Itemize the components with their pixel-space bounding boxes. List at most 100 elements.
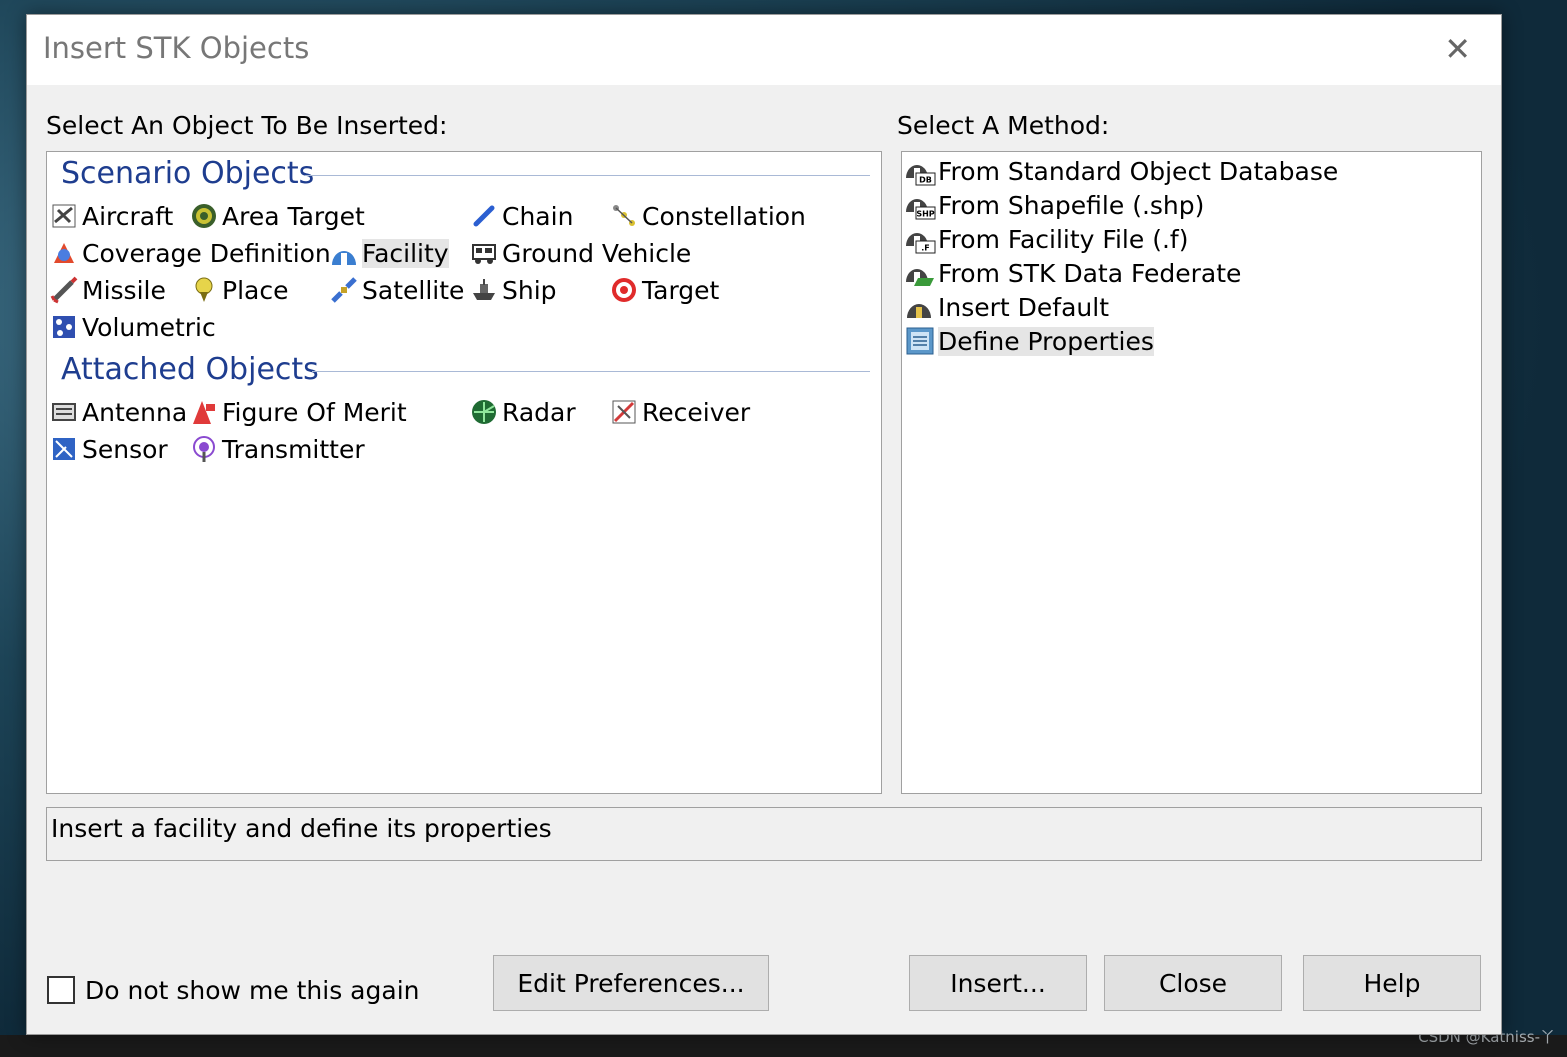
object-item-label: Satellite: [362, 275, 465, 305]
insert-stk-objects-dialog: Insert STK Objects ✕ Select An Object To…: [26, 14, 1502, 1035]
method-item[interactable]: .F From Facility File (.f): [904, 222, 1338, 256]
do-not-show-label[interactable]: Do not show me this again: [85, 976, 420, 1005]
svg-text:.F: .F: [921, 244, 930, 253]
method-item-label: From Facility File (.f): [938, 224, 1189, 254]
object-item-figure-of-merit[interactable]: Figure Of Merit: [189, 396, 407, 428]
description-box: Insert a facility and define its propert…: [46, 807, 1482, 861]
object-item-label: Receiver: [642, 397, 751, 427]
object-item-label: Missile: [82, 275, 166, 305]
object-item-ship[interactable]: Ship: [469, 274, 557, 306]
facility-file-icon: .F: [904, 224, 936, 254]
ship-icon: [469, 275, 499, 305]
method-item[interactable]: Define Properties: [904, 324, 1338, 358]
method-item[interactable]: DB From Standard Object Database: [904, 154, 1338, 188]
scenario-objects-header: Scenario Objects: [61, 156, 315, 191]
method-item[interactable]: From STK Data Federate: [904, 256, 1338, 290]
svg-text:SHP: SHP: [916, 210, 934, 219]
object-item-coverage-definition[interactable]: Coverage Definition: [49, 237, 331, 269]
satellite-icon: [329, 275, 359, 305]
object-item-label: Place: [222, 275, 289, 305]
scenario-objects-divider: [305, 175, 870, 176]
object-item-facility[interactable]: Facility: [329, 237, 449, 269]
define-properties-icon: [904, 326, 936, 356]
object-item-area-target[interactable]: Area Target: [189, 200, 365, 232]
area-target-icon: [189, 201, 219, 231]
object-section-label: Select An Object To Be Inserted:: [46, 111, 448, 140]
object-item-target[interactable]: Target: [609, 274, 719, 306]
missile-icon: [49, 275, 79, 305]
aircraft-icon: [49, 201, 79, 231]
object-item-receiver[interactable]: Receiver: [609, 396, 750, 428]
method-list-panel[interactable]: DB From Standard Object Database SHP From S…: [901, 151, 1482, 794]
method-section-label: Select A Method:: [897, 111, 1110, 140]
sensor-icon: [49, 434, 79, 464]
database-icon: DB: [904, 156, 936, 186]
help-button[interactable]: Help: [1303, 955, 1481, 1011]
object-item-radar[interactable]: Radar: [469, 396, 576, 428]
insert-button[interactable]: Insert...: [909, 955, 1087, 1011]
method-item-label: From STK Data Federate: [938, 258, 1242, 288]
attached-objects-divider: [312, 371, 870, 372]
figure-of-merit-icon: [189, 397, 219, 427]
chain-icon: [469, 201, 499, 231]
receiver-icon: [609, 397, 639, 427]
object-item-volumetric[interactable]: Volumetric: [49, 311, 216, 343]
attached-objects-header: Attached Objects: [61, 352, 319, 387]
object-item-satellite[interactable]: Satellite: [329, 274, 464, 306]
object-item-label: Facility: [362, 238, 449, 268]
svg-text:DB: DB: [919, 176, 932, 185]
title-bar: Insert STK Objects ✕: [27, 15, 1501, 85]
object-item-missile[interactable]: Missile: [49, 274, 166, 306]
object-item-label: Target: [642, 275, 720, 305]
object-item-label: Radar: [502, 397, 576, 427]
object-item-label: Aircraft: [82, 201, 174, 231]
antenna-icon: [49, 397, 79, 427]
insert-default-icon: [904, 292, 936, 322]
object-item-label: Ground Vehicle: [502, 238, 692, 268]
object-item-label: Transmitter: [222, 434, 365, 464]
object-item-aircraft[interactable]: Aircraft: [49, 200, 173, 232]
object-item-ground-vehicle[interactable]: Ground Vehicle: [469, 237, 691, 269]
coverage-definition-icon: [49, 238, 79, 268]
method-item-label: Define Properties: [938, 326, 1154, 356]
close-button[interactable]: Close: [1104, 955, 1282, 1011]
object-item-label: Constellation: [642, 201, 806, 231]
radar-icon: [469, 397, 499, 427]
object-item-chain[interactable]: Chain: [469, 200, 573, 232]
object-item-label: Figure Of Merit: [222, 397, 407, 427]
data-federate-icon: [904, 258, 936, 288]
target-icon: [609, 275, 639, 305]
object-item-label: Chain: [502, 201, 574, 231]
object-item-label: Volumetric: [82, 312, 216, 342]
object-item-sensor[interactable]: Sensor: [49, 433, 168, 465]
do-not-show-checkbox[interactable]: [47, 976, 75, 1004]
object-item-antenna[interactable]: Antenna: [49, 396, 187, 428]
shapefile-icon: SHP: [904, 190, 936, 220]
method-item-label: From Shapefile (.shp): [938, 190, 1205, 220]
description-text: Insert a facility and define its propert…: [51, 814, 552, 843]
transmitter-icon: [189, 434, 219, 464]
object-item-label: Area Target: [222, 201, 365, 231]
object-item-label: Coverage Definition: [82, 238, 331, 268]
object-item-transmitter[interactable]: Transmitter: [189, 433, 365, 465]
object-item-place[interactable]: Place: [189, 274, 288, 306]
method-item[interactable]: Insert Default: [904, 290, 1338, 324]
object-item-label: Sensor: [82, 434, 168, 464]
place-icon: [189, 275, 219, 305]
method-item-label: Insert Default: [938, 292, 1109, 322]
object-list-panel[interactable]: Scenario Objects Aircraft Area Target Chai…: [46, 151, 882, 794]
method-item[interactable]: SHP From Shapefile (.shp): [904, 188, 1338, 222]
edit-preferences-button[interactable]: Edit Preferences...: [493, 955, 769, 1011]
close-icon[interactable]: ✕: [1444, 33, 1471, 65]
object-item-constellation[interactable]: Constellation: [609, 200, 806, 232]
window-title: Insert STK Objects: [43, 31, 310, 65]
volumetric-icon: [49, 312, 79, 342]
method-list: DB From Standard Object Database SHP From S…: [904, 154, 1338, 358]
facility-icon: [329, 238, 359, 268]
ground-vehicle-icon: [469, 238, 499, 268]
object-item-label: Antenna: [82, 397, 188, 427]
method-item-label: From Standard Object Database: [938, 156, 1339, 186]
taskbar-strip: [0, 1035, 1567, 1057]
object-item-label: Ship: [502, 275, 557, 305]
constellation-icon: [609, 201, 639, 231]
